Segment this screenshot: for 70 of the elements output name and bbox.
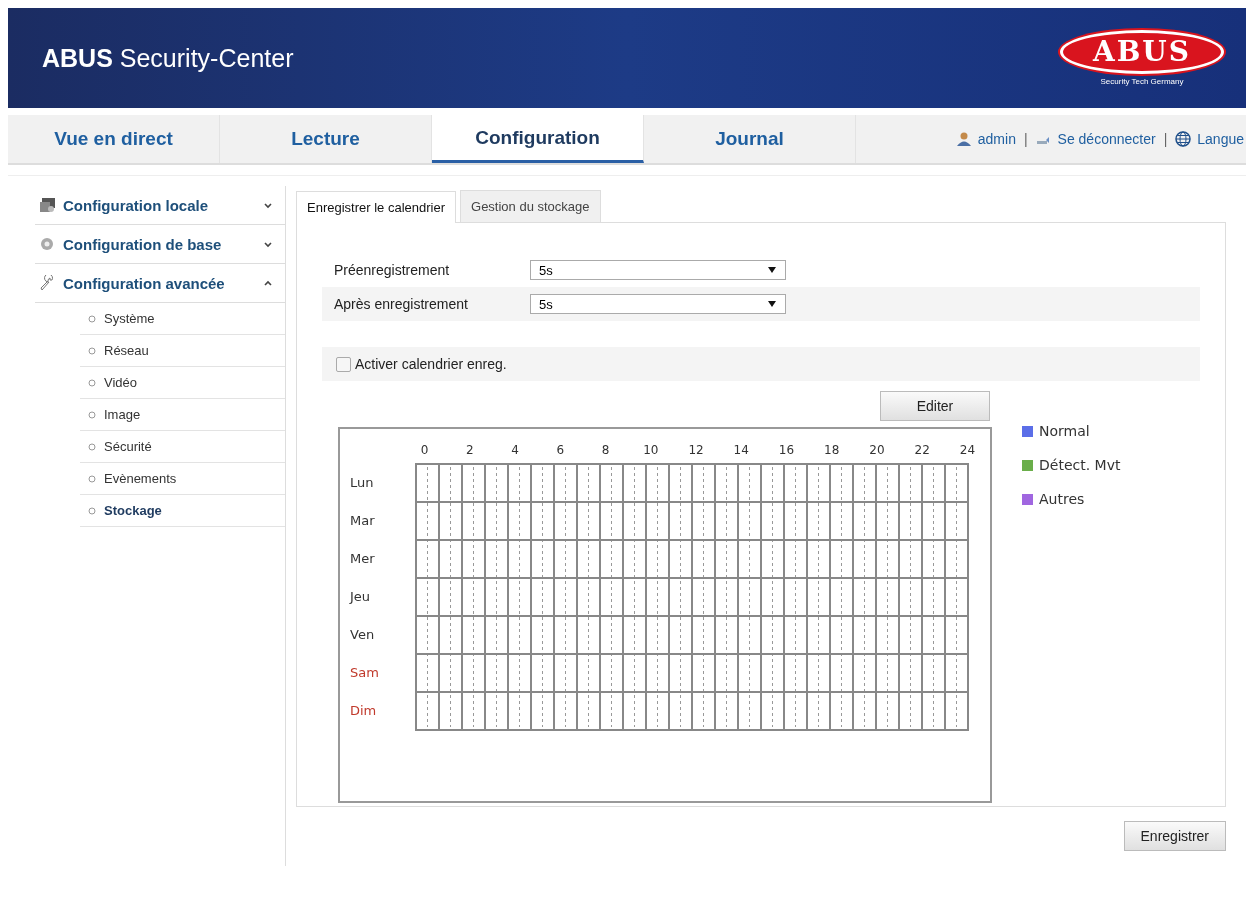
user-icon <box>955 131 972 147</box>
sidebar-subitem[interactable]: Vidéo <box>80 367 285 399</box>
globe-icon <box>1175 131 1192 147</box>
nav-tab[interactable]: Journal <box>644 115 856 163</box>
bullet-icon <box>88 474 96 483</box>
hour-label: 22 <box>913 443 931 457</box>
logout-link[interactable]: Se déconnecter <box>1057 131 1156 147</box>
chevron-down-icon <box>263 200 273 210</box>
hour-label: 14 <box>732 443 750 457</box>
hour-label: 4 <box>510 443 520 457</box>
bullet-icon <box>88 506 96 515</box>
chevron-up-icon <box>263 278 273 288</box>
chevron-down-icon <box>263 239 273 249</box>
sidebar-subitem[interactable]: Image <box>80 399 285 431</box>
checkbox[interactable] <box>336 356 351 372</box>
hour-label: 12 <box>687 443 705 457</box>
brand-logo: ABUS Security Tech Germany <box>1059 30 1224 86</box>
edit-button[interactable]: Editer <box>880 391 990 421</box>
day-label: Mar <box>350 511 376 530</box>
bullet-icon <box>88 378 96 387</box>
legend-label: Détect. Mvt <box>1039 457 1121 473</box>
bullet-icon <box>88 410 96 419</box>
hour-label: 16 <box>777 443 796 457</box>
field-label: Après enregistrement <box>334 296 469 312</box>
dropdown-field[interactable]: 5s <box>530 260 786 280</box>
sidebar-subitem[interactable]: Evènements <box>80 463 285 495</box>
day-label: Ven <box>350 625 376 644</box>
user-name[interactable]: admin <box>977 131 1016 147</box>
legend-label: Normal <box>1039 423 1090 439</box>
sidebar-subitem[interactable]: Sécurité <box>80 431 285 463</box>
hour-label: 6 <box>555 443 566 457</box>
bullet-icon <box>88 314 96 323</box>
save-button[interactable]: Enregistrer <box>1123 821 1226 851</box>
day-label: Lun <box>350 473 375 492</box>
hour-label: 0 <box>419 443 430 457</box>
legend-label: Autres <box>1039 491 1085 507</box>
day-label: Mer <box>350 549 376 568</box>
separator-text: | <box>1023 131 1028 147</box>
sidebar-item[interactable]: Configuration de base <box>35 225 285 264</box>
sidebar-subitem[interactable]: Système <box>80 303 285 335</box>
hour-label: 8 <box>600 443 611 457</box>
gear-icon <box>39 236 55 252</box>
checkbox-label: Activer calendrier enreg. <box>355 356 507 372</box>
day-label: Jeu <box>350 587 372 606</box>
tab[interactable]: Gestion du stockage <box>460 190 601 222</box>
nav-tab[interactable]: Vue en direct <box>8 115 220 163</box>
hour-label: 20 <box>868 443 886 457</box>
app-title: ABUS Security-Center <box>42 43 294 73</box>
language-link[interactable]: Langue <box>1197 131 1244 147</box>
hour-label: 2 <box>465 443 475 457</box>
day-label: Dim <box>350 701 378 720</box>
field-label: Préenregistrement <box>334 262 451 278</box>
bullet-icon <box>88 442 96 451</box>
separator-text: | <box>1163 131 1168 147</box>
wrench-icon <box>39 275 55 291</box>
caret-icon <box>767 300 777 308</box>
bullet-icon <box>88 346 96 355</box>
monitor-icon <box>39 197 55 213</box>
sidebar-subitem[interactable]: Réseau <box>80 335 285 367</box>
tab[interactable]: Enregistrer le calendrier <box>296 191 456 223</box>
sidebar-subitem[interactable]: Stockage <box>80 495 285 527</box>
caret-icon <box>767 266 777 274</box>
hour-label: 24 <box>958 443 977 457</box>
sidebar-item[interactable]: Configuration avancée <box>35 264 285 303</box>
day-label: Sam <box>350 663 380 682</box>
hour-label: 18 <box>823 443 841 457</box>
nav-tab[interactable]: Configuration <box>432 115 644 163</box>
sidebar-item[interactable]: Configuration locale <box>35 186 285 225</box>
hour-label: 10 <box>642 443 660 457</box>
dropdown-field[interactable]: 5s <box>530 294 786 314</box>
